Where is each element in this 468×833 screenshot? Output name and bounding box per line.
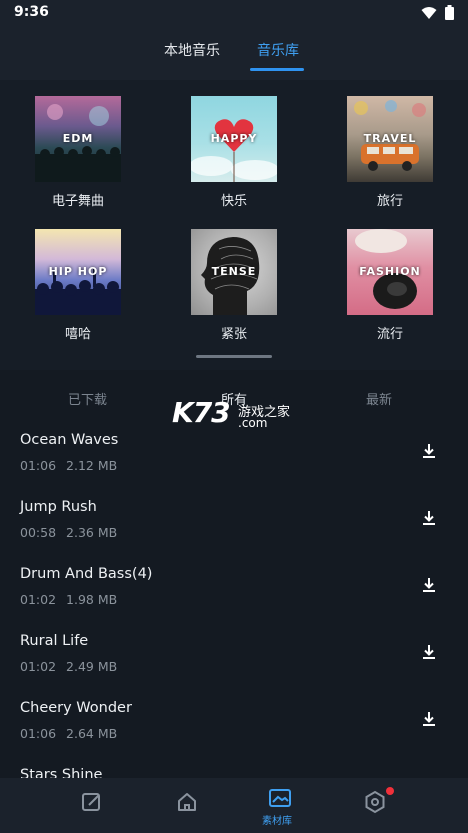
tab-local-music[interactable]: 本地音乐: [164, 40, 220, 60]
song-size: 1.98 MB: [66, 592, 118, 607]
category-name: 旅行: [376, 194, 403, 209]
watermark: K73 游戏之家 .com: [172, 396, 302, 434]
category-name: 嘻哈: [64, 327, 91, 342]
watermark-brand: K73: [172, 396, 231, 429]
filter-downloaded[interactable]: 已下载: [68, 389, 107, 408]
category-edm[interactable]: EDM 电子舞曲: [35, 96, 121, 209]
thumb-label: TRAVEL: [363, 132, 417, 145]
category-name: 电子舞曲: [51, 194, 104, 209]
category-fashion[interactable]: FASHION 流行: [347, 229, 433, 342]
song-size: 2.36 MB: [66, 525, 118, 540]
song-row[interactable]: Drum And Bass(4) 01:02 1.98 MB: [0, 556, 468, 623]
thumb-label: FASHION: [359, 265, 421, 278]
download-icon[interactable]: [420, 576, 438, 594]
status-time: 9:36: [14, 4, 49, 20]
category-thumbnail: EDM: [35, 96, 121, 182]
thumb-label: HAPPY: [210, 132, 258, 145]
active-tab-indicator: [250, 68, 304, 71]
thumb-label: TENSE: [211, 265, 257, 278]
song-row[interactable]: Stars Shine: [0, 757, 468, 778]
bottom-nav: 素材库: [0, 778, 468, 833]
category-travel[interactable]: TRAVEL 旅行: [347, 96, 433, 209]
download-icon[interactable]: [420, 710, 438, 728]
category-name: 紧张: [220, 327, 247, 342]
song-size: 2.49 MB: [66, 659, 118, 674]
song-size: 2.12 MB: [66, 458, 118, 473]
thumb-label: HIP HOP: [48, 265, 108, 278]
song-meta: 01:06 2.12 MB: [20, 458, 117, 473]
image-library-icon[interactable]: [268, 786, 292, 810]
song-meta: 01:02 2.49 MB: [20, 659, 117, 674]
song-meta: 01:06 2.64 MB: [20, 726, 117, 741]
top-tabs: 本地音乐 音乐库: [0, 26, 468, 80]
tab-music-library[interactable]: 音乐库: [257, 40, 299, 60]
category-tense[interactable]: TENSE 紧张: [191, 229, 277, 342]
song-title: Cheery Wonder: [20, 700, 132, 716]
grid-page-indicator: [196, 355, 272, 358]
battery-icon: [445, 5, 454, 20]
home-icon[interactable]: [175, 790, 199, 814]
category-thumbnail: FASHION: [347, 229, 433, 315]
category-name: 快乐: [220, 194, 247, 209]
category-thumbnail: TRAVEL: [347, 96, 433, 182]
category-thumbnail: HIP HOP: [35, 229, 121, 315]
song-size: 2.64 MB: [66, 726, 118, 741]
song-row[interactable]: Rural Life 01:02 2.49 MB: [0, 623, 468, 690]
song-duration: 01:02: [20, 659, 57, 674]
download-icon[interactable]: [420, 643, 438, 661]
category-happy[interactable]: HAPPY 快乐: [191, 96, 277, 209]
nav-library-label[interactable]: 素材库: [262, 812, 292, 827]
filter-newest[interactable]: 最新: [366, 389, 392, 408]
category-name: 流行: [376, 327, 403, 342]
song-title: Jump Rush: [20, 499, 97, 515]
song-list: Ocean Waves 01:06 2.12 MB Jump Rush 00:58…: [0, 422, 468, 778]
song-row[interactable]: Jump Rush 00:58 2.36 MB: [0, 489, 468, 556]
song-meta: 01:02 1.98 MB: [20, 592, 117, 607]
category-hiphop[interactable]: HIP HOP 嘻哈: [35, 229, 121, 342]
song-title: Drum And Bass(4): [20, 566, 153, 582]
song-duration: 01:06: [20, 726, 57, 741]
download-icon[interactable]: [420, 509, 438, 527]
song-row[interactable]: Cheery Wonder 01:06 2.64 MB: [0, 690, 468, 757]
status-icons: [421, 5, 454, 20]
category-thumbnail: TENSE: [191, 229, 277, 315]
edit-icon[interactable]: [80, 790, 104, 814]
song-title: Rural Life: [20, 633, 89, 649]
song-title: Stars Shine: [20, 767, 103, 778]
watermark-domain: .com: [238, 416, 268, 430]
song-meta: 00:58 2.36 MB: [20, 525, 117, 540]
status-bar: 9:36: [0, 0, 468, 26]
thumb-label: EDM: [62, 132, 94, 145]
song-title: Ocean Waves: [20, 432, 119, 448]
notification-badge: [386, 787, 394, 795]
song-duration: 00:58: [20, 525, 57, 540]
category-grid: EDM 电子舞曲 HAPPY 快乐 TRAVEL 旅行 HIP HOP 嘻哈 T…: [0, 80, 468, 370]
wifi-icon: [421, 6, 437, 19]
song-duration: 01:06: [20, 458, 57, 473]
download-icon[interactable]: [420, 442, 438, 460]
song-duration: 01:02: [20, 592, 57, 607]
category-thumbnail: HAPPY: [191, 96, 277, 182]
settings-icon[interactable]: [363, 790, 387, 814]
